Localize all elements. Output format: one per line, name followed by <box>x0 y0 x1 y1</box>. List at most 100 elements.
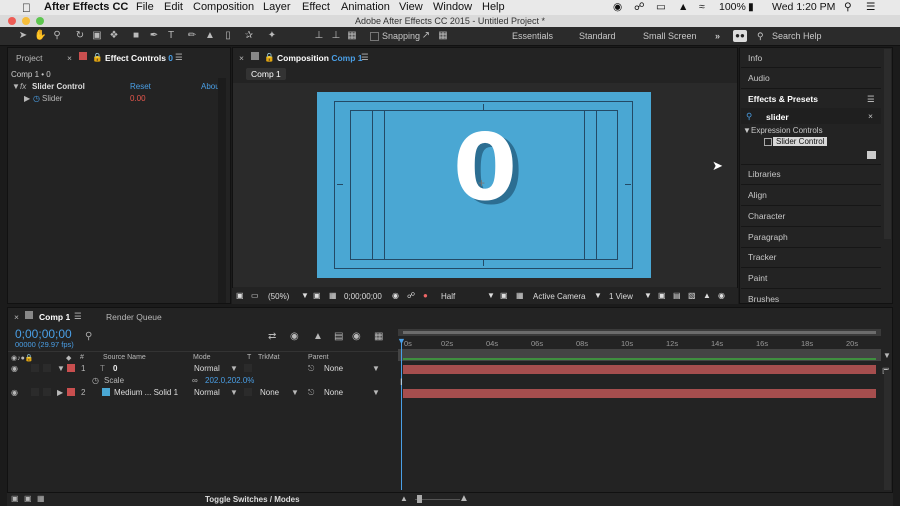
draft-3d-icon[interactable]: ◉ <box>290 331 299 342</box>
parent-dropdown[interactable]: None <box>324 364 343 373</box>
resolution-dropdown[interactable]: Half <box>441 292 455 301</box>
layer-bar-2[interactable] <box>403 389 876 398</box>
eraser-tool-icon[interactable]: ▯ <box>222 30 234 42</box>
menu-animation[interactable]: Animation <box>341 1 390 13</box>
menu-window[interactable]: Window <box>433 1 472 13</box>
solo-switch[interactable] <box>31 364 39 372</box>
anchor-point-icon[interactable]: + <box>478 176 485 190</box>
pickwhip-icon[interactable]: ⎋ <box>308 364 314 374</box>
zoom-in-icon[interactable]: ▲ <box>459 493 469 504</box>
preserve-transparency[interactable] <box>244 388 252 396</box>
flowchart-icon[interactable]: ▲ <box>703 291 711 300</box>
pickwhip-icon[interactable]: ⎋ <box>308 388 314 398</box>
zoom-tool-icon[interactable]: ⚲ <box>51 30 63 42</box>
wifi-icon[interactable]: ≈ <box>699 1 705 13</box>
snapshot-icon[interactable]: ◉ <box>392 291 399 300</box>
scale-stopwatch-icon[interactable]: ◷ <box>92 376 99 385</box>
comp-panel-menu-icon[interactable]: ☰ <box>361 52 369 63</box>
effects-presets-menu-icon[interactable]: ☰ <box>867 94 875 105</box>
comp-canvas[interactable]: 0 0 + <box>317 92 651 278</box>
grid-icon[interactable]: ▦ <box>329 291 337 300</box>
parent-dropdown[interactable]: None <box>324 388 343 397</box>
lock-switch[interactable] <box>43 388 51 396</box>
layer-mode-dropdown[interactable]: Normal <box>194 388 220 397</box>
fx-icon[interactable]: fx <box>20 82 26 91</box>
pen-tool-icon[interactable]: ✒ <box>148 30 160 42</box>
comp-marker-icon[interactable]: ▼ <box>883 351 891 360</box>
shy-icon[interactable]: ▲ <box>313 331 323 342</box>
layer-row-1[interactable]: ◉ ▼ 1 T 0 Normal ▼ ⎋ None ▼ <box>8 364 400 375</box>
playhead-icon[interactable]: ▼ <box>397 336 406 346</box>
camera-dropdown[interactable]: Active Camera <box>533 292 585 301</box>
libraries-panel-tab[interactable]: Libraries <box>748 169 781 179</box>
layer-bar-1[interactable] <box>403 365 876 374</box>
clear-search-icon[interactable]: × <box>868 111 873 121</box>
expand-layer-icon[interactable]: ▶ <box>57 388 63 397</box>
app-menu[interactable]: After Effects CC <box>44 1 128 13</box>
comp-subtab[interactable]: Comp 1 <box>246 68 286 80</box>
axis-view-icon[interactable]: ▦ <box>346 30 358 42</box>
layer-label-color[interactable] <box>67 388 75 396</box>
pan-behind-tool-icon[interactable]: ❖ <box>108 30 120 42</box>
layer-row-2[interactable]: ◉ ▶ 2 Medium ... Solid 1 Normal ▼ None ▼… <box>8 388 400 399</box>
character-panel-tab[interactable]: Character <box>748 211 785 221</box>
menu-edit[interactable]: Edit <box>164 1 183 13</box>
mode-chevron-icon[interactable]: ▼ <box>230 364 238 373</box>
constrain-proportions-icon[interactable]: ∞ <box>192 376 198 385</box>
comp-lock-icon[interactable]: 🔒 <box>264 52 275 63</box>
layer-name[interactable]: 0 <box>113 364 117 373</box>
expand-layer-icon[interactable]: ▼ <box>57 364 65 373</box>
timeline-icon[interactable]: ▤ <box>673 291 681 300</box>
new-folder-icon[interactable] <box>867 151 876 159</box>
minimize-window-icon[interactable] <box>22 17 30 25</box>
right-panel-scrollbar[interactable] <box>884 49 891 239</box>
trkmat-dropdown[interactable]: None <box>260 388 279 397</box>
transparency-grid-icon[interactable]: ▣ <box>500 291 508 300</box>
info-panel-tab[interactable]: Info <box>748 53 762 63</box>
menu-effect[interactable]: Effect <box>302 1 330 13</box>
lock-icon[interactable]: 🔒 <box>92 52 103 63</box>
magnification-dropdown[interactable]: (50%) <box>268 292 289 301</box>
paragraph-panel-tab[interactable]: Paragraph <box>748 232 788 242</box>
tab-timeline-comp[interactable]: Comp 1 <box>39 312 70 322</box>
video-eye-icon[interactable]: ◉ <box>11 364 18 373</box>
panel-menu-icon[interactable]: ☰ <box>175 52 183 63</box>
timeline-menu-icon[interactable]: ☰ <box>74 311 82 322</box>
airplay-icon[interactable]: ▭ <box>656 1 666 13</box>
reset-button[interactable]: Reset <box>130 82 151 91</box>
timeline-timecode[interactable]: 0;00;00;00 <box>15 327 72 341</box>
exposure-icon[interactable]: ◉ <box>718 291 725 300</box>
expand-effect-icon[interactable]: ▼ <box>12 82 20 91</box>
transfer-controls-icon[interactable]: ▣ <box>24 494 32 503</box>
always-preview-icon[interactable]: ▣ <box>236 291 244 300</box>
scale-value[interactable]: 202.0,202.0% <box>205 376 254 385</box>
menu-composition[interactable]: Composition <box>193 1 254 13</box>
axis-local-icon[interactable]: ⊥ <box>313 30 325 42</box>
workspace-essentials[interactable]: Essentials <box>512 31 553 41</box>
upload-icon[interactable]: ▲ <box>678 1 688 13</box>
comp-mini-flowchart-icon[interactable]: ⇄ <box>268 331 276 342</box>
zoom-out-icon[interactable]: ▲ <box>400 494 408 503</box>
parent-chevron-icon[interactable]: ▼ <box>372 364 380 373</box>
work-area-range[interactable] <box>403 331 876 334</box>
views-chevron-icon[interactable]: ▼ <box>644 291 652 300</box>
clone-stamp-tool-icon[interactable]: ▲ <box>204 30 216 42</box>
workspace-overflow-icon[interactable]: » <box>715 31 720 41</box>
spotlight-icon[interactable]: ⚲ <box>844 1 852 13</box>
timeline-search-icon[interactable]: ⚲ <box>85 331 92 342</box>
preserve-transparency[interactable] <box>244 364 252 372</box>
solo-switch[interactable] <box>31 388 39 396</box>
close-timeline-tab-icon[interactable]: × <box>14 312 19 322</box>
effect-result-slider-control[interactable]: Slider Control <box>773 137 828 146</box>
current-time-indicator[interactable] <box>401 340 402 490</box>
expand-category-icon[interactable]: ▼ <box>743 126 751 135</box>
tab-render-queue[interactable]: Render Queue <box>106 312 162 322</box>
creative-cloud-icon[interactable]: ☍ <box>634 1 645 13</box>
comp-timecode[interactable]: 0;00;00;00 <box>344 292 382 301</box>
audio-panel-tab[interactable]: Audio <box>748 73 770 83</box>
workspace-small-screen[interactable]: Small Screen <box>643 31 697 41</box>
tab-project[interactable]: Project <box>16 53 42 63</box>
effect-category[interactable]: Expression Controls <box>751 126 823 135</box>
apple-icon[interactable]:  <box>22 1 31 15</box>
stopwatch-icon[interactable]: ◷ <box>33 94 40 103</box>
